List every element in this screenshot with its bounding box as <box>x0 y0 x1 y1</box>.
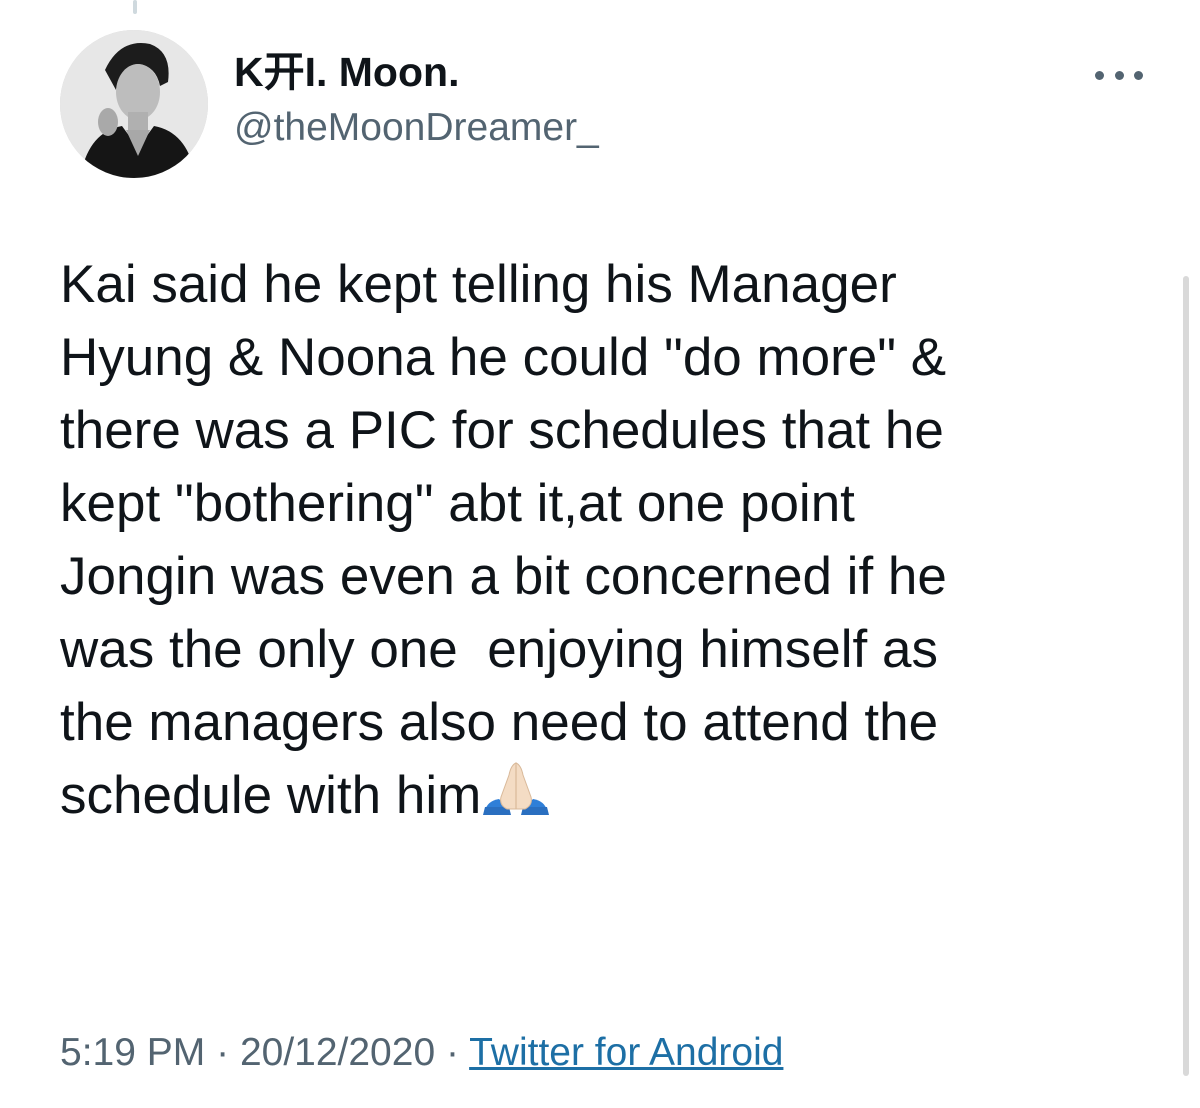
tweet-text: Kai said he kept telling his Manager Hyu… <box>60 248 1140 832</box>
more-dot <box>1114 70 1124 80</box>
tweet-time[interactable]: 5:19 PM <box>60 1031 205 1074</box>
tweet-text-line: was the only one enjoying himself as <box>60 620 938 679</box>
tweet-text-line: Kai said he kept telling his Manager <box>60 255 897 314</box>
tweet-text-line: Jongin was even a bit concerned if he <box>60 547 947 606</box>
tweet-text-line: there was a PIC for schedules that he <box>60 401 944 460</box>
meta-separator: · <box>216 1031 230 1074</box>
author-display-name[interactable]: K开I. Moon. <box>234 52 459 93</box>
tweet-source-link[interactable]: Twitter for Android <box>469 1031 783 1074</box>
tweet-text-line: kept "bothering" abt it,at one point <box>60 474 855 533</box>
author-handle[interactable]: @theMoonDreamer_ <box>234 108 599 147</box>
thread-connector-line <box>133 0 137 14</box>
avatar-image <box>60 30 208 178</box>
tweet-date[interactable]: 20/12/2020 <box>240 1031 435 1074</box>
avatar[interactable] <box>60 30 208 178</box>
tweet-text-line-last: schedule with him <box>60 759 1140 832</box>
scrollbar[interactable] <box>1183 276 1189 1076</box>
more-dot <box>1095 70 1104 80</box>
more-horizontal-icon[interactable] <box>1095 60 1143 90</box>
folded-hands-icon <box>483 762 550 815</box>
tweet-text-line: the managers also need to attend the <box>60 693 939 752</box>
tweet-text-line-content: schedule with him <box>60 766 482 825</box>
tweet-text-line: Hyung & Noona he could "do more" & <box>60 328 947 387</box>
meta-separator: · <box>445 1031 459 1074</box>
more-dot <box>1134 70 1143 80</box>
tweet-metadata: 5:19 PM · 20/12/2020 · Twitter for Andro… <box>60 1030 783 1077</box>
